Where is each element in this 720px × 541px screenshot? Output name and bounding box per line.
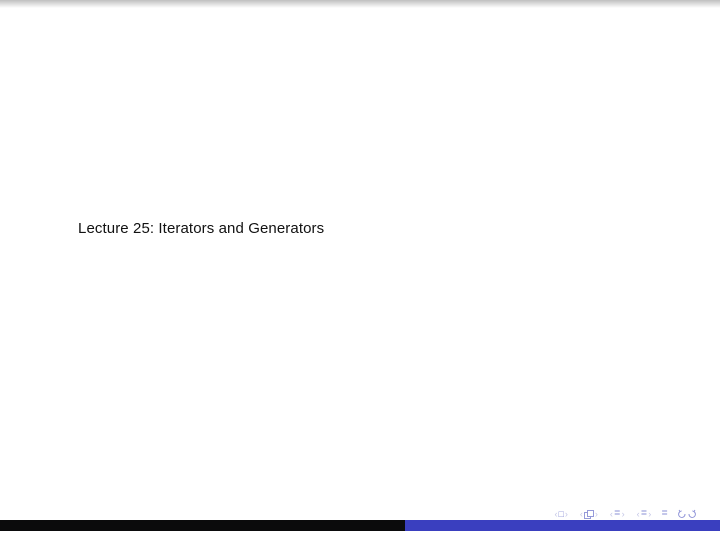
nav-goto-end-group: ≣ [661,510,668,518]
nav-section-icon[interactable]: ≣ [641,509,648,517]
nav-slide-prev-icon[interactable]: ‹ [610,510,613,519]
nav-backforward-group [676,509,698,519]
nav-subsection-next-icon[interactable]: › [595,510,598,519]
nav-section-next-icon[interactable]: › [648,510,651,519]
nav-slide-icon[interactable]: ≣ [614,509,621,517]
page-top-shadow [0,0,720,8]
beamer-nav-bar: ‹ □ › ‹ › ‹ ≣ › ‹ ≣ › [0,508,720,520]
page-bottom-gap [0,531,720,541]
nav-subsection-icon[interactable] [584,510,594,519]
slide-title: Lecture 25: Iterators and Generators [78,220,324,237]
nav-frame-group: ‹ □ › [554,510,567,519]
nav-subsection-group: ‹ › [580,510,598,519]
nav-section-prev-icon[interactable]: ‹ [637,510,640,519]
nav-slide-next-icon[interactable]: › [622,510,625,519]
nav-frame-icon[interactable]: □ [558,510,563,519]
nav-slide-group: ‹ ≣ › [610,510,625,519]
footer-left-block [0,520,405,531]
slide-body: Lecture 25: Iterators and Generators ‹ □… [0,0,720,530]
footer-right-block [405,520,720,531]
nav-section-group: ‹ ≣ › [637,510,652,519]
nav-back-forward-icon[interactable] [676,509,698,519]
nav-frame-next-icon[interactable]: › [565,510,568,519]
nav-goto-end-icon[interactable]: ≣ [661,509,668,517]
nav-frame-prev-icon[interactable]: ‹ [554,510,557,519]
nav-subsection-prev-icon[interactable]: ‹ [580,510,583,519]
beamer-footer [0,520,720,531]
